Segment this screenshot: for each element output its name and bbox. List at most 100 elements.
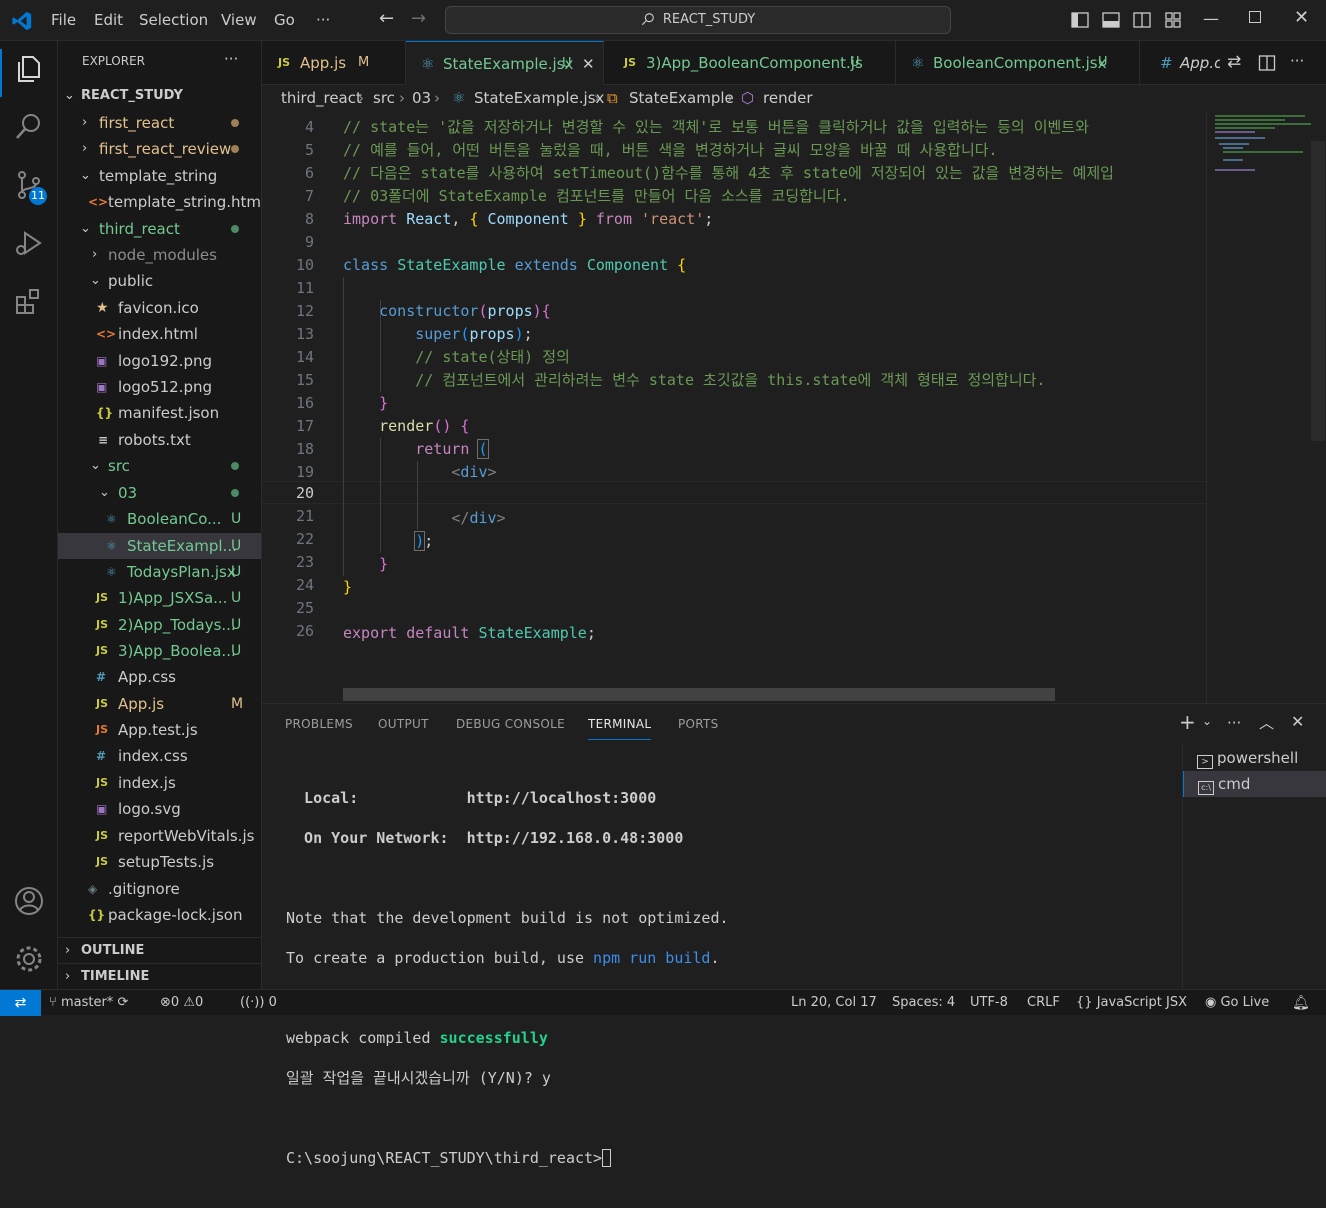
tab-boolean-component[interactable]: ⚛ BooleanComponent.jsx U <box>896 41 1140 85</box>
menu-view[interactable]: View <box>221 0 257 41</box>
panel-more-icon[interactable]: ··· <box>1227 714 1241 732</box>
extensions-icon[interactable] <box>13 285 45 317</box>
outline-section[interactable]: › OUTLINE <box>58 937 261 963</box>
file-app-jsx-sample[interactable]: JS 1)App_JSXSa... U <box>58 585 261 611</box>
folder-third-react[interactable]: ⌄ third_react <box>58 216 261 242</box>
menu-edit[interactable]: Edit <box>94 0 123 41</box>
close-tab-icon[interactable]: ✕ <box>582 42 595 85</box>
file-logo512[interactable]: ▣ logo512.png <box>58 374 261 400</box>
run-debug-icon[interactable] <box>13 227 45 259</box>
toggle-primary-sidebar-icon[interactable] <box>1070 10 1090 30</box>
file-index-js[interactable]: JS index.js <box>58 770 261 796</box>
accounts-icon[interactable] <box>13 885 45 917</box>
indentation[interactable]: Spaces: 4 <box>892 990 955 1016</box>
tab-debug-console[interactable]: DEBUG CONSOLE <box>456 704 565 744</box>
encoding[interactable]: UTF-8 <box>970 990 1008 1016</box>
file-logo-svg[interactable]: ▣ logo.svg <box>58 796 261 822</box>
line-ending[interactable]: CRLF <box>1027 990 1060 1016</box>
go-live-button[interactable]: ◉ Go Live <box>1205 990 1269 1016</box>
file-app-boolean[interactable]: JS 3)App_Boolea... U <box>58 638 261 664</box>
notifications-bell-icon[interactable]: 🔔︎ <box>1292 990 1310 1016</box>
file-app-todays[interactable]: JS 2)App_Todays... U <box>58 612 261 638</box>
chevron-down-icon[interactable]: ⌄ <box>1202 714 1212 728</box>
workspace-root[interactable]: ⌄ REACT_STUDY <box>58 83 261 109</box>
file-manifest[interactable]: {} manifest.json <box>58 400 261 426</box>
folder-03[interactable]: ⌄ 03 <box>58 480 261 506</box>
explorer-icon[interactable] <box>13 53 45 85</box>
tab-output[interactable]: OUTPUT <box>378 704 429 744</box>
file-logo192[interactable]: ▣ logo192.png <box>58 348 261 374</box>
minimap-scroll-slider[interactable] <box>1311 141 1325 441</box>
tab-app-js[interactable]: JS App.js M <box>262 41 406 85</box>
explorer-more-icon[interactable]: ··· <box>224 50 238 68</box>
timeline-section[interactable]: › TIMELINE <box>58 963 261 989</box>
cursor-position[interactable]: Ln 20, Col 17 <box>791 990 877 1016</box>
breadcrumb-item[interactable]: render <box>763 85 813 111</box>
file-state-example[interactable]: ⚛ StateExampl... U <box>58 533 261 559</box>
file-app-js[interactable]: JS App.js M <box>58 691 261 717</box>
close-panel-icon[interactable]: ✕ <box>1291 712 1304 731</box>
menu-more[interactable]: ··· <box>316 0 330 41</box>
settings-gear-icon[interactable] <box>13 943 45 975</box>
file-index-css[interactable]: # index.css <box>58 743 261 769</box>
toggle-panel-icon[interactable] <box>1101 10 1121 30</box>
remote-indicator-icon[interactable]: ⇄ <box>0 990 41 1016</box>
command-center-search[interactable]: REACT_STUDY <box>445 6 951 34</box>
folder-src[interactable]: ⌄ src <box>58 453 261 479</box>
forward-arrow-icon[interactable]: → <box>411 8 426 29</box>
file-gitignore[interactable]: ◈ .gitignore <box>58 876 261 902</box>
menu-selection[interactable]: Selection <box>139 0 208 41</box>
file-favicon[interactable]: ★ favicon.ico <box>58 295 261 321</box>
folder-node-modules[interactable]: › node_modules <box>58 242 261 268</box>
breadcrumb-item[interactable]: third_react <box>281 85 362 111</box>
file-report-web-vitals[interactable]: JS reportWebVitals.js <box>58 823 261 849</box>
compare-changes-icon[interactable]: ⇄ <box>1227 52 1241 72</box>
folder-template-string[interactable]: ⌄ template_string <box>58 163 261 189</box>
file-robots[interactable]: ≡ robots.txt <box>58 427 261 453</box>
horizontal-scrollbar[interactable] <box>343 688 1055 701</box>
search-icon[interactable] <box>13 111 45 143</box>
folder-first-react-review[interactable]: › first_react_review <box>58 136 261 162</box>
folder-first-react[interactable]: › first_react <box>58 110 261 136</box>
minimize-window-icon[interactable]: — <box>1203 9 1219 28</box>
editor-more-actions-icon[interactable]: ··· <box>1290 52 1304 70</box>
tab-app-boolean-component[interactable]: JS 3)App_BooleanComponent.js U <box>604 41 896 85</box>
close-window-icon[interactable]: ✕ <box>1294 7 1309 28</box>
file-package-lock[interactable]: {} package-lock.json <box>58 902 261 928</box>
menu-go[interactable]: Go <box>274 0 295 41</box>
maximize-panel-icon[interactable]: ︿ <box>1259 712 1274 733</box>
terminal-output[interactable]: Local: http://localhost:3000 On Your Net… <box>286 768 729 1208</box>
split-editor-icon[interactable] <box>1258 54 1276 72</box>
file-app-css[interactable]: # App.css <box>58 664 261 690</box>
problems-indicator[interactable]: ⊗0 ⚠0 <box>160 990 203 1016</box>
file-template-string-html[interactable]: <> template_string.html <box>58 189 261 215</box>
terminal-item-powershell[interactable]: > powershell <box>1183 745 1326 771</box>
new-terminal-icon[interactable]: + <box>1179 710 1196 734</box>
code-editor[interactable]: 4 5 6 7 8 9 10 11 12 13 14 15 16 17 18 1… <box>262 111 1206 703</box>
customize-layout-icon[interactable] <box>1163 10 1183 30</box>
tab-terminal[interactable]: TERMINAL <box>588 704 652 740</box>
file-index-html[interactable]: <> index.html <box>58 321 261 347</box>
file-setup-tests[interactable]: JS setupTests.js <box>58 849 261 875</box>
breadcrumb-item[interactable]: 03 <box>412 85 431 111</box>
language-mode[interactable]: {} JavaScript JSX <box>1076 990 1187 1016</box>
tab-app-css[interactable]: # App.c <box>1140 41 1220 85</box>
file-todays-plan[interactable]: ⚛ TodaysPlan.jsx U <box>58 559 261 585</box>
breadcrumb-item[interactable]: StateExample.jsx <box>474 85 604 111</box>
tab-ports[interactable]: PORTS <box>678 704 719 744</box>
breadcrumb-item[interactable]: StateExample <box>629 85 734 111</box>
terminal-item-cmd[interactable]: c:\ cmd <box>1183 771 1326 797</box>
breadcrumb-item[interactable]: src <box>373 85 395 111</box>
branch-indicator[interactable]: ⑂ master* ⟳ <box>49 990 128 1016</box>
menu-file[interactable]: File <box>51 0 76 41</box>
tab-problems[interactable]: PROBLEMS <box>285 704 353 744</box>
toggle-secondary-sidebar-icon[interactable] <box>1132 10 1152 30</box>
minimap[interactable] <box>1206 111 1326 703</box>
file-boolean-component[interactable]: ⚛ BooleanCo... U <box>58 506 261 532</box>
back-arrow-icon[interactable]: ← <box>379 8 394 29</box>
maximize-window-icon[interactable] <box>1249 11 1261 23</box>
folder-public[interactable]: ⌄ public <box>58 268 261 294</box>
file-app-test[interactable]: JS App.test.js <box>58 717 261 743</box>
ports-indicator[interactable]: ((·)) 0 <box>240 990 277 1016</box>
tab-state-example[interactable]: ⚛ StateExample.jsx U ✕ <box>406 41 604 85</box>
